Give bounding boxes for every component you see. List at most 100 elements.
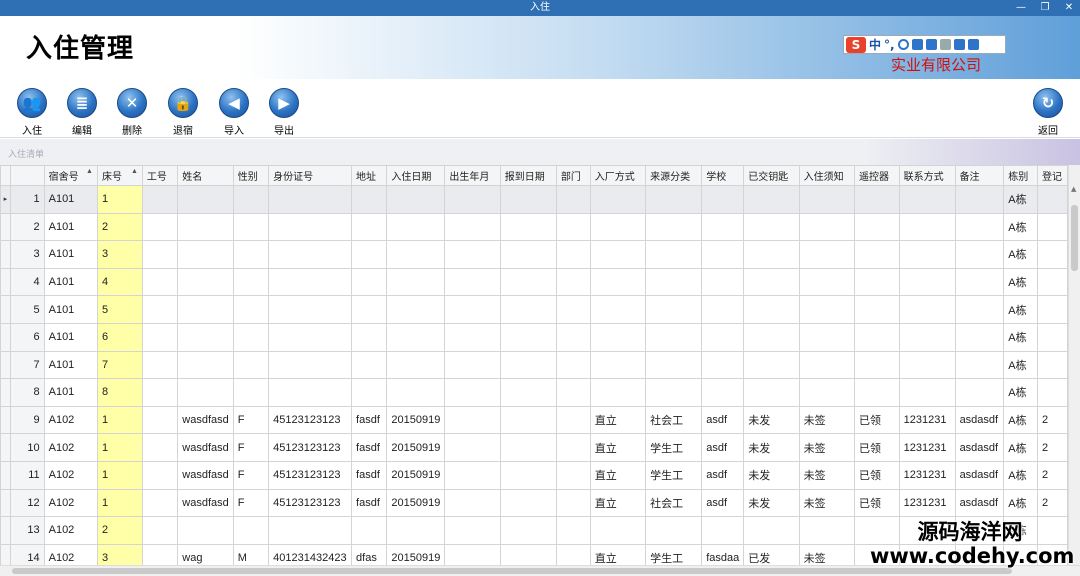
column-header[interactable]: 栋别	[1003, 165, 1039, 186]
close-button[interactable]: ✕	[1062, 0, 1076, 16]
grid-cell[interactable]	[555, 460, 591, 490]
grid-cell[interactable]: 学生工	[645, 460, 703, 490]
grid-cell[interactable]	[499, 516, 557, 545]
grid-cell[interactable]	[589, 295, 647, 324]
grid-cell[interactable]: 已领	[854, 405, 900, 435]
grid-cell[interactable]: 1231231	[898, 488, 956, 518]
grid-cell[interactable]: fasdf	[351, 433, 388, 462]
grid-cell[interactable]: fasdf	[351, 405, 388, 435]
grid-cell[interactable]: fasdf	[351, 488, 388, 518]
grid-cell[interactable]	[645, 350, 703, 380]
grid-cell[interactable]: 2	[1037, 460, 1068, 490]
data-grid[interactable]: 宿舍号 ▲ 床号 ▲ 工号 姓名 性别 身份证号 地址 入住日期 出生年月 报到日期…	[0, 165, 1068, 565]
grid-cell[interactable]	[1037, 267, 1068, 297]
grid-cell[interactable]: A102	[43, 433, 98, 462]
table-row[interactable]: 2 A101 2 A栋	[0, 212, 1068, 242]
grid-cell[interactable]	[499, 267, 557, 297]
grid-cell[interactable]: 社会工	[645, 488, 703, 518]
grid-cell[interactable]: F	[232, 460, 270, 490]
grid-cell[interactable]	[701, 516, 745, 545]
grid-cell[interactable]	[268, 378, 353, 407]
grid-cell[interactable]	[701, 185, 745, 214]
grid-cell[interactable]	[854, 240, 900, 269]
grid-cell[interactable]	[141, 212, 179, 242]
grid-cell[interactable]: 3	[96, 240, 143, 269]
grid-cell[interactable]: 2	[96, 212, 143, 242]
grid-cell[interactable]	[589, 322, 647, 352]
grid-cell[interactable]	[555, 543, 591, 565]
grid-cell[interactable]: 已领	[854, 460, 900, 490]
grid-cell[interactable]	[854, 295, 900, 324]
grid-cell[interactable]: 1231231	[898, 405, 956, 435]
grid-cell[interactable]	[589, 185, 647, 214]
grid-cell[interactable]	[555, 185, 591, 214]
grid-cell[interactable]	[798, 185, 856, 214]
grid-cell[interactable]: A101	[43, 240, 98, 269]
grid-cell[interactable]	[854, 267, 900, 297]
grid-cell[interactable]	[798, 350, 856, 380]
column-header[interactable]: 姓名	[177, 165, 234, 186]
grid-cell[interactable]	[141, 378, 179, 407]
grid-cell[interactable]	[499, 350, 557, 380]
grid-cell[interactable]	[589, 240, 647, 269]
table-row[interactable]: 7 A101 7 A栋	[0, 350, 1068, 380]
grid-cell[interactable]: 1	[96, 405, 143, 435]
grid-icon[interactable]	[967, 39, 979, 50]
grid-cell[interactable]	[645, 322, 703, 352]
grid-cell[interactable]: F	[232, 488, 270, 518]
grid-cell[interactable]: asdf	[701, 488, 745, 518]
grid-cell[interactable]: A102	[43, 543, 98, 565]
check-in-button[interactable]: 👥 入住	[12, 88, 52, 137]
grid-cell[interactable]	[898, 212, 956, 242]
grid-cell[interactable]: dfas	[351, 543, 388, 565]
grid-cell[interactable]	[1037, 212, 1068, 242]
grid-cell[interactable]	[954, 212, 1005, 242]
grid-cell[interactable]	[444, 322, 501, 352]
grid-cell[interactable]	[499, 240, 557, 269]
grid-cell[interactable]: A栋	[1003, 295, 1039, 324]
grid-cell[interactable]: A栋	[1003, 267, 1039, 297]
grid-cell[interactable]: A101	[43, 378, 98, 407]
grid-cell[interactable]	[954, 295, 1005, 324]
grid-cell[interactable]	[555, 516, 591, 545]
grid-cell[interactable]	[141, 322, 179, 352]
grid-cell[interactable]	[854, 378, 900, 407]
grid-cell[interactable]: A101	[43, 267, 98, 297]
grid-cell[interactable]	[798, 378, 856, 407]
grid-cell[interactable]: 已发	[743, 543, 800, 565]
scroll-up-icon[interactable]: ▲	[1071, 185, 1076, 193]
grid-cell[interactable]	[1037, 295, 1068, 324]
grid-cell[interactable]	[268, 267, 353, 297]
grid-cell[interactable]	[141, 350, 179, 380]
grid-cell[interactable]: asdf	[701, 405, 745, 435]
grid-cell[interactable]: asdf	[701, 433, 745, 462]
grid-cell[interactable]	[898, 350, 956, 380]
grid-cell[interactable]	[798, 212, 856, 242]
grid-cell[interactable]: A栋	[1003, 433, 1039, 462]
grid-cell[interactable]	[798, 516, 856, 545]
grid-cell[interactable]	[386, 516, 446, 545]
grid-cell[interactable]	[386, 185, 446, 214]
grid-cell[interactable]	[499, 185, 557, 214]
column-header[interactable]: 备注	[954, 165, 1005, 186]
horizontal-scroll-thumb[interactable]	[12, 568, 1012, 574]
grid-cell[interactable]: 45123123123	[268, 433, 353, 462]
grid-cell[interactable]: A栋	[1003, 350, 1039, 380]
table-row[interactable]: ▸ 1 A101 1 A栋	[0, 185, 1068, 214]
restore-button[interactable]: ❐	[1038, 0, 1052, 16]
grid-cell[interactable]: A栋	[1003, 185, 1039, 214]
grid-cell[interactable]	[589, 267, 647, 297]
grid-cell[interactable]	[351, 212, 388, 242]
grid-cell[interactable]	[645, 240, 703, 269]
grid-cell[interactable]	[1037, 322, 1068, 352]
grid-cell[interactable]: 直立	[589, 433, 647, 462]
table-row[interactable]: 4 A101 4 A栋	[0, 267, 1068, 297]
grid-cell[interactable]	[645, 378, 703, 407]
grid-cell[interactable]	[499, 295, 557, 324]
grid-cell[interactable]	[177, 295, 234, 324]
selected-row-indicator-icon[interactable]: ▸	[0, 185, 11, 214]
grid-cell[interactable]	[645, 295, 703, 324]
grid-cell[interactable]: A栋	[1003, 240, 1039, 269]
column-header[interactable]: 入厂方式	[589, 165, 647, 186]
grid-cell[interactable]: 1231231	[898, 433, 956, 462]
